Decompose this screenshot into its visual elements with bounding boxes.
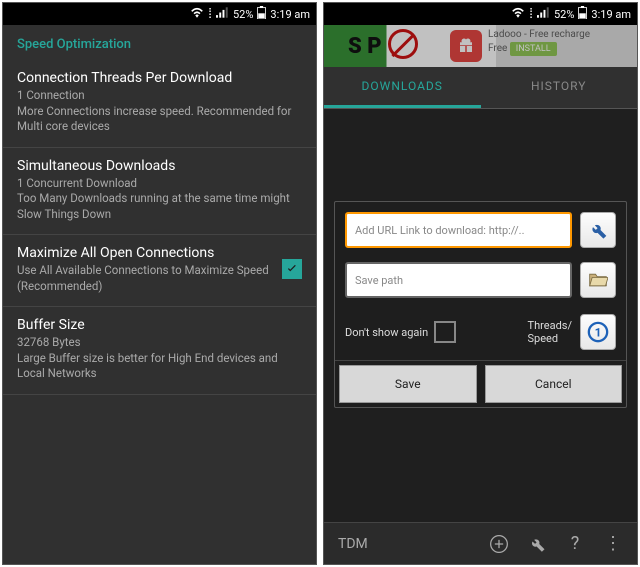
svg-text:1: 1 xyxy=(595,326,602,340)
help-icon[interactable]: ? xyxy=(565,534,585,554)
clock: 3:19 am xyxy=(591,8,631,21)
add-icon[interactable] xyxy=(489,534,509,554)
save-path-input[interactable]: Save path xyxy=(345,262,572,298)
battery-percent: 52% xyxy=(554,8,574,21)
setting-title: Connection Threads Per Download xyxy=(17,70,302,86)
threads-speed-button[interactable]: 1 xyxy=(580,314,616,350)
gift-icon xyxy=(450,30,482,62)
setting-sub: 32768 Bytes Large Buffer size is better … xyxy=(17,335,302,382)
browse-folder-button[interactable] xyxy=(580,262,616,298)
wrench-icon[interactable] xyxy=(527,534,547,554)
setting-buffer-size[interactable]: Buffer Size 32768 Bytes Large Buffer siz… xyxy=(3,307,316,395)
setting-connection-threads[interactable]: Connection Threads Per Download 1 Connec… xyxy=(3,60,316,148)
battery-icon xyxy=(578,6,587,22)
ad-stop-text: S P xyxy=(348,34,382,59)
overflow-menu-icon[interactable]: ⋮ xyxy=(603,534,623,554)
settings-wrench-button[interactable] xyxy=(580,212,616,248)
save-button[interactable]: Save xyxy=(339,365,477,403)
signal-icon xyxy=(537,7,550,21)
ad-banner[interactable]: S P Ladooo - Free recharge Free INSTALL xyxy=(324,25,637,67)
setting-title: Maximize All Open Connections xyxy=(17,245,274,261)
setting-simultaneous-downloads[interactable]: Simultaneous Downloads 1 Concurrent Down… xyxy=(3,148,316,236)
battery-percent: 52% xyxy=(233,8,253,21)
ad-install-button[interactable]: INSTALL xyxy=(510,42,557,56)
status-bar: ⁞ 52% 3:19 am xyxy=(324,3,637,25)
tab-downloads[interactable]: DOWNLOADS xyxy=(324,67,481,108)
signal-icon xyxy=(216,7,229,21)
wifi-icon xyxy=(511,7,525,21)
checkbox-checked-icon[interactable] xyxy=(282,259,302,279)
wifi-icon xyxy=(190,7,204,21)
app-label: TDM xyxy=(338,536,368,552)
status-bar: ⁞ 52% 3:19 am xyxy=(3,3,316,25)
settings-screen: ⁞ 52% 3:19 am Speed Optimization Connect… xyxy=(2,2,317,565)
url-input[interactable]: Add URL Link to download: http://.. xyxy=(345,212,572,248)
no-symbol-icon xyxy=(388,29,418,59)
downloads-screen: ⁞ 52% 3:19 am S P Ladooo - Free recharge… xyxy=(323,2,638,565)
setting-sub: 1 Connection More Connections increase s… xyxy=(17,88,302,135)
tab-history[interactable]: HISTORY xyxy=(481,67,638,108)
dont-show-again[interactable]: Don't show again xyxy=(345,321,520,343)
tab-bar: DOWNLOADS HISTORY xyxy=(324,67,637,109)
clock: 3:19 am xyxy=(270,8,310,21)
setting-title: Buffer Size xyxy=(17,317,302,333)
battery-icon xyxy=(257,6,266,22)
setting-sub: Use All Available Connections to Maximiz… xyxy=(17,263,274,294)
cancel-button[interactable]: Cancel xyxy=(485,365,623,403)
section-header-speed: Speed Optimization xyxy=(3,25,316,60)
bottom-toolbar: TDM ? ⋮ xyxy=(324,522,637,564)
setting-title: Simultaneous Downloads xyxy=(17,158,302,174)
add-download-dialog: Add URL Link to download: http://.. Save… xyxy=(334,201,627,408)
setting-maximize-connections[interactable]: Maximize All Open Connections Use All Av… xyxy=(3,235,316,307)
dont-show-checkbox[interactable] xyxy=(434,321,456,343)
setting-sub: 1 Concurrent Download Too Many Downloads… xyxy=(17,176,302,223)
threads-speed-label: Threads/ Speed xyxy=(528,319,572,345)
ad-text: Ladooo - Free recharge Free INSTALL xyxy=(488,29,590,56)
